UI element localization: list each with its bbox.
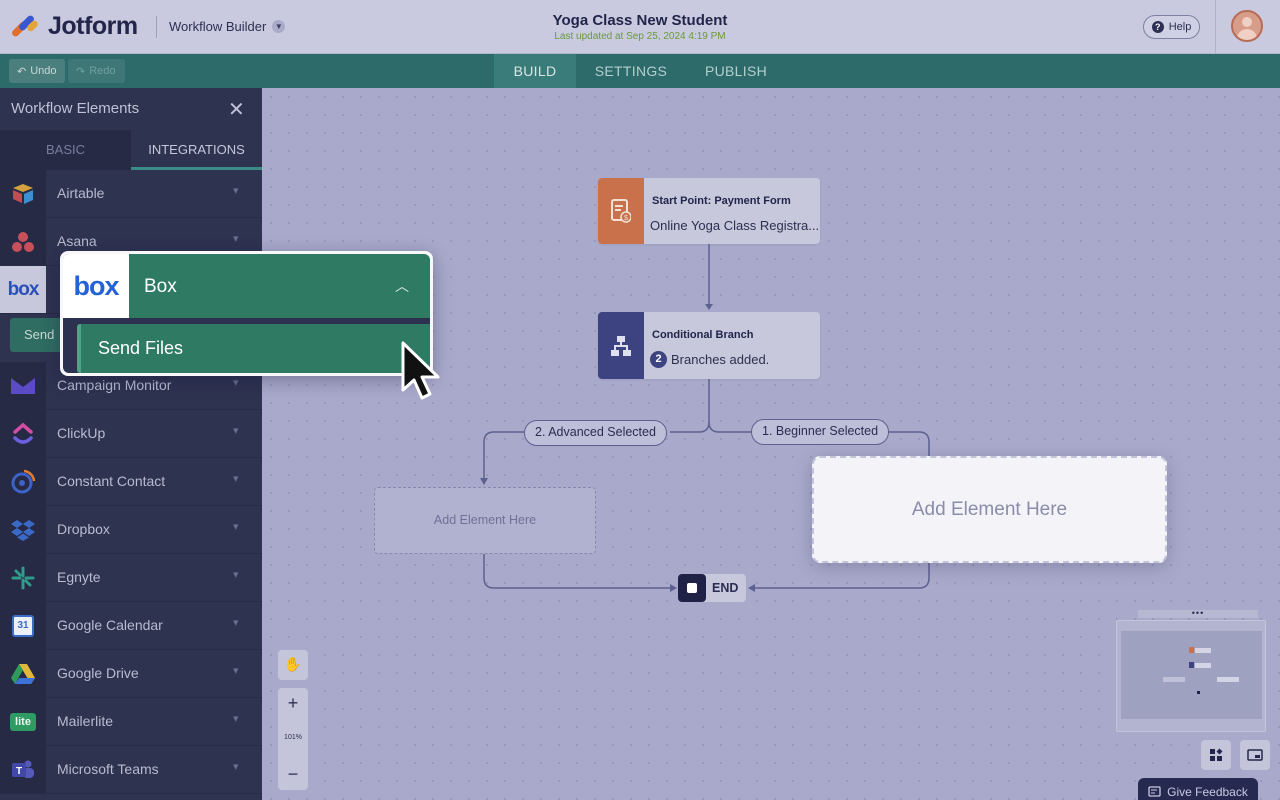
stop-icon (678, 574, 706, 602)
branch-node-subtitle: 2 Branches added. (650, 351, 769, 368)
send-files-action[interactable]: Send Files (77, 324, 430, 373)
give-feedback-button[interactable]: Give Feedback (1138, 778, 1258, 800)
box-integration-header[interactable]: box Box ︿ (63, 254, 430, 318)
box-integration-label: Box (144, 276, 177, 297)
end-node[interactable]: END (678, 574, 746, 602)
start-node-title: Start Point: Payment Form (652, 195, 791, 207)
box-logo-icon: box (63, 254, 129, 318)
end-label: END (712, 581, 739, 595)
add-element-placeholder-highlight[interactable]: Add Element Here (812, 456, 1167, 563)
hand-tool-button[interactable]: ✋ (278, 650, 308, 680)
start-point-node[interactable]: $ Start Point: Payment Form Online Yoga … (598, 178, 820, 244)
branch-count-text: Branches added. (671, 352, 770, 367)
form-icon: $ (598, 178, 644, 244)
minimap-handle[interactable]: ••• (1138, 609, 1258, 618)
branch-node-title: Conditional Branch (652, 329, 754, 341)
zoom-out-button[interactable]: − (278, 764, 308, 785)
add-element-placeholder[interactable]: Add Element Here (374, 487, 596, 554)
apps-button[interactable] (1201, 740, 1231, 770)
branch-icon (598, 312, 644, 379)
branch-label-advanced[interactable]: 2. Advanced Selected (524, 420, 667, 446)
feedback-label: Give Feedback (1167, 785, 1248, 799)
zoom-in-button[interactable]: + (278, 693, 308, 714)
hand-icon: ✋ (284, 656, 302, 672)
branch-count-badge: 2 (650, 351, 667, 368)
zoom-level: 101% (284, 734, 302, 741)
minimap-viewport (1121, 631, 1262, 719)
conditional-branch-node[interactable]: Conditional Branch 2 Branches added. (598, 312, 820, 379)
chevron-up-icon: ︿ (395, 278, 409, 294)
box-integration-highlight: box Box ︿ Send Files (60, 251, 433, 376)
start-node-subtitle: Online Yoga Class Registra... (650, 218, 820, 233)
svg-text:$: $ (624, 215, 628, 222)
minimap-toggle-button[interactable] (1240, 740, 1270, 770)
minimap[interactable] (1116, 620, 1266, 732)
feedback-icon (1148, 785, 1161, 797)
mouse-cursor-icon (401, 341, 440, 400)
flow-connectors (480, 244, 930, 592)
minimap-icon (1247, 749, 1263, 761)
zoom-controls: + 101% − (278, 688, 308, 790)
apps-icon (1210, 748, 1223, 761)
branch-label-beginner[interactable]: 1. Beginner Selected (751, 419, 890, 445)
